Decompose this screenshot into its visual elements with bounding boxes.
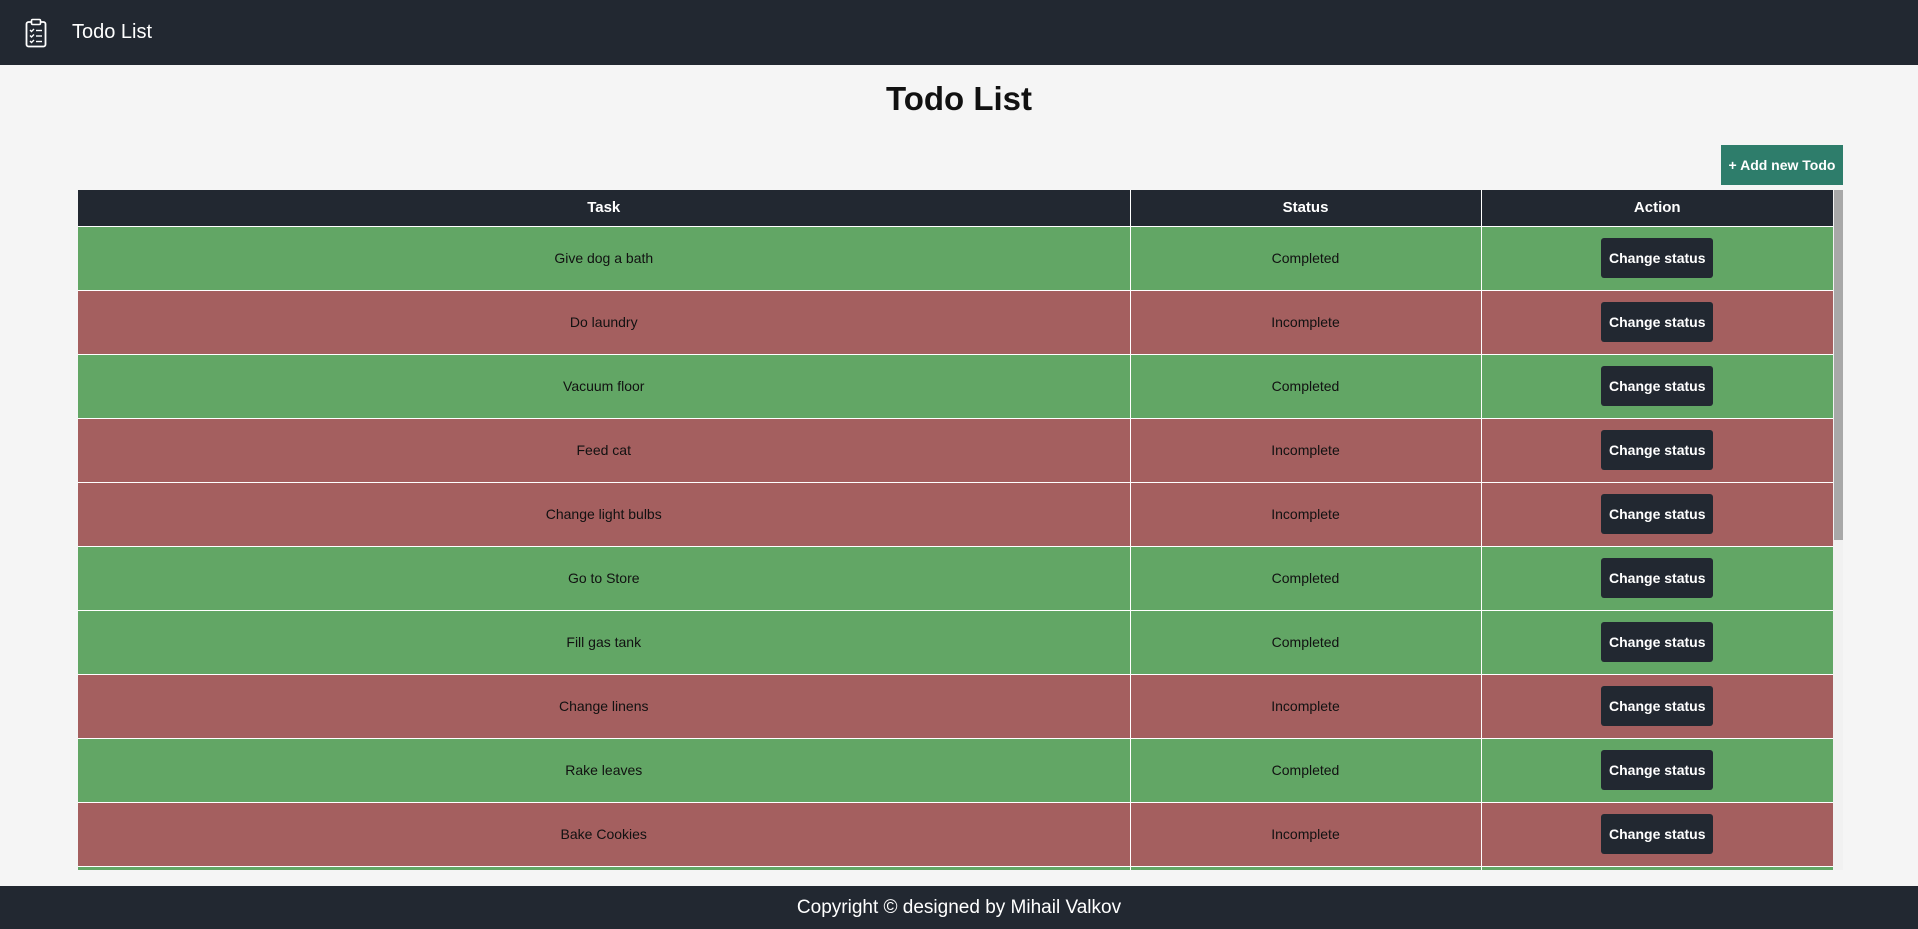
table-header-row: Task Status Action [78, 190, 1833, 226]
action-cell: Change status [1481, 737, 1833, 802]
action-cell: Change status [1481, 801, 1833, 866]
status-cell: Incomplete [1130, 417, 1482, 482]
status-cell: Incomplete [1130, 673, 1482, 738]
action-cell: Change status [1481, 673, 1833, 738]
table-row: Feed cat Incomplete Change status [78, 417, 1833, 482]
header-task: Task [78, 190, 1131, 226]
action-cell: Change status [1481, 289, 1833, 354]
change-status-button[interactable]: Change status [1601, 430, 1714, 470]
change-status-button[interactable]: Change status [1601, 558, 1714, 598]
status-cell: Completed [1130, 353, 1482, 418]
header-status: Status [1130, 190, 1482, 226]
table-row: Fill gas tank Completed Change status [78, 609, 1833, 674]
action-cell: Change status [1481, 417, 1833, 482]
task-cell [78, 865, 1131, 870]
task-cell: Do laundry [78, 289, 1131, 354]
task-cell: Change linens [78, 673, 1131, 738]
table-row: Rake leaves Completed Change status [78, 737, 1833, 802]
change-status-button[interactable]: Change status [1601, 366, 1714, 406]
task-cell: Go to Store [78, 545, 1131, 610]
status-cell: Completed [1130, 865, 1482, 870]
action-cell: Change status [1481, 545, 1833, 610]
action-cell: Change status [1481, 481, 1833, 546]
task-cell: Rake leaves [78, 737, 1131, 802]
table-row: CompletedChange status [78, 865, 1833, 870]
change-status-button[interactable]: Change status [1601, 814, 1714, 854]
change-status-button[interactable]: Change status [1601, 622, 1714, 662]
action-cell: Change status [1481, 225, 1833, 290]
navbar-brand[interactable]: Todo List [72, 21, 152, 44]
table-row: Vacuum floor Completed Change status [78, 353, 1833, 418]
change-status-button[interactable]: Change status [1601, 686, 1714, 726]
todo-table: Task Status Action Give dog a bath Comple… [78, 190, 1833, 870]
status-cell: Completed [1130, 609, 1482, 674]
change-status-button[interactable]: Change status [1601, 302, 1714, 342]
table-scrollbar-thumb[interactable] [1834, 190, 1843, 540]
status-cell: Incomplete [1130, 481, 1482, 546]
task-cell: Feed cat [78, 417, 1131, 482]
table-row: Change light bulbs Incomplete Change statu… [78, 481, 1833, 546]
footer: Copyright © designed by Mihail Valkov [0, 886, 1918, 929]
action-cell: Change status [1481, 865, 1833, 870]
table-row: Do laundry Incomplete Change status [78, 289, 1833, 354]
task-cell: Change light bulbs [78, 481, 1131, 546]
header-action: Action [1481, 190, 1833, 226]
navbar: Todo List [0, 0, 1918, 65]
task-cell: Give dog a bath [78, 225, 1131, 290]
action-cell: Change status [1481, 353, 1833, 418]
clipboard-checklist-icon[interactable] [24, 16, 48, 50]
status-cell: Completed [1130, 225, 1482, 290]
table-row: Bake Cookies Incomplete Change status [78, 801, 1833, 866]
action-cell: Change status [1481, 609, 1833, 674]
page-title: Todo List [885, 80, 1033, 117]
table-row: Change linens Incomplete Change status [78, 673, 1833, 738]
change-status-button[interactable]: Change status [1601, 238, 1714, 278]
change-status-button[interactable]: Change status [1601, 494, 1714, 534]
task-cell: Vacuum floor [78, 353, 1131, 418]
status-cell: Incomplete [1130, 289, 1482, 354]
task-cell: Bake Cookies [78, 801, 1131, 866]
table-row: Give dog a bath Completed Change status [78, 225, 1833, 290]
status-cell: Completed [1130, 737, 1482, 802]
table-row: Go to Store Completed Change status [78, 545, 1833, 610]
add-todo-button[interactable]: + Add new Todo [1721, 145, 1843, 185]
status-cell: Completed [1130, 545, 1482, 610]
status-cell: Incomplete [1130, 801, 1482, 866]
todo-table-body: Give dog a bath Completed Change status Do … [78, 225, 1833, 870]
task-cell: Fill gas tank [78, 609, 1131, 674]
todo-table-container[interactable]: Task Status Action Give dog a bath Comple… [78, 190, 1843, 870]
change-status-button[interactable]: Change status [1601, 750, 1714, 790]
